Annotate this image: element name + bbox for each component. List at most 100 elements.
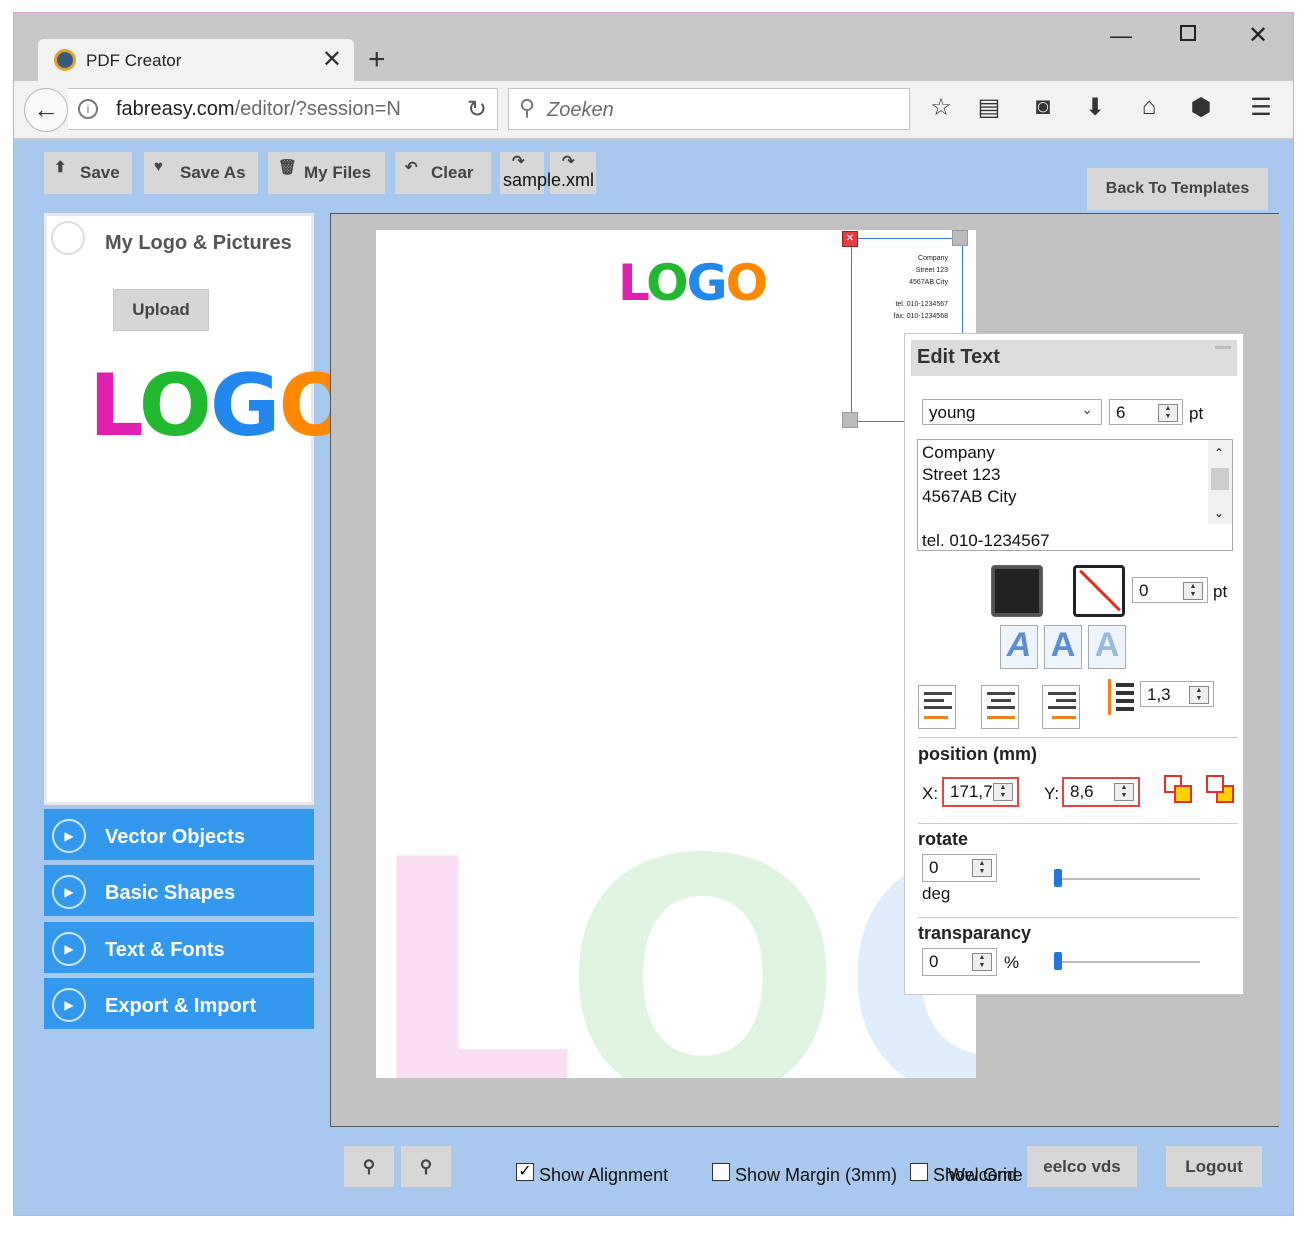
heart-icon: ♥ — [154, 158, 163, 175]
new-tab-icon[interactable]: + — [368, 43, 386, 77]
font-select[interactable]: young ⌄ — [922, 399, 1102, 425]
align-center-button[interactable] — [981, 685, 1019, 729]
my-files-button[interactable]: 🗑 My Files — [268, 152, 385, 194]
home-icon[interactable]: ⌂ — [1134, 93, 1164, 121]
rotate-value: 0 — [929, 858, 939, 877]
scroll-down-icon[interactable]: ⌄ — [1214, 502, 1224, 524]
delete-element-icon[interactable]: ✕ — [842, 231, 858, 247]
back-to-templates-button[interactable]: Back To Templates — [1087, 168, 1268, 210]
resize-handle[interactable] — [952, 230, 968, 246]
browser-tab[interactable]: PDF Creator ✕ — [38, 39, 354, 81]
clear-button[interactable]: ↶ Clear — [395, 152, 491, 194]
resize-handle[interactable] — [842, 412, 858, 428]
expand-icon: ▶ — [52, 988, 86, 1022]
save-as-button[interactable]: ♥ Save As — [144, 152, 258, 194]
accordion-label: Basic Shapes — [105, 882, 236, 904]
shadow-style-icon[interactable]: A — [1088, 625, 1126, 669]
transparancy-slider-thumb[interactable] — [1054, 952, 1062, 970]
pocket-icon[interactable]: ◙ — [1028, 93, 1058, 121]
bookmark-star-icon[interactable]: ☆ — [926, 93, 956, 122]
text-color-button[interactable] — [991, 565, 1043, 617]
textarea-scrollbar[interactable]: ⌃ ⌄ — [1208, 440, 1232, 524]
y-position-input[interactable]: 8,6 ▲ ▼ — [1062, 777, 1140, 807]
document-page[interactable]: LOGO LOGO Company Street 123 4567AB City… — [376, 230, 976, 1078]
trash-icon: 🗑 — [278, 159, 298, 176]
download-icon[interactable]: ⬇ — [1080, 93, 1110, 122]
line-height-input[interactable]: 1,3 ▲ ▼ — [1140, 681, 1214, 707]
border-width-value: 0 — [1139, 581, 1149, 600]
line-height-value: 1,3 — [1147, 685, 1171, 704]
search-box[interactable]: ⚲ Zoeken — [508, 88, 910, 130]
send-backward-icon[interactable] — [1206, 775, 1238, 807]
extension-icon[interactable]: ⬢ — [1186, 93, 1216, 122]
accordion-export-import[interactable]: ▶ Export & Import — [44, 978, 314, 1032]
upload-button[interactable]: Upload — [113, 289, 209, 331]
logo-letter: G — [209, 356, 281, 456]
line-icon — [991, 699, 1011, 702]
border-width-input[interactable]: 0 ▲ ▼ — [1132, 577, 1208, 603]
align-left-button[interactable] — [918, 685, 956, 729]
spinner-icon[interactable]: ▲ ▼ — [1189, 686, 1209, 704]
accordion-vector-objects[interactable]: ▶ Vector Objects — [44, 809, 314, 863]
menu-icon[interactable]: ☰ — [1246, 93, 1276, 122]
zoom-out-button[interactable]: ⚲ — [401, 1146, 451, 1187]
spinner-icon[interactable]: ▲ ▼ — [972, 859, 992, 877]
minimize-icon[interactable]: — — [1110, 23, 1132, 49]
font-size-value: 6 — [1116, 403, 1126, 422]
address-bar[interactable]: i fabreasy.com/editor/?session=N ↻ — [68, 88, 498, 130]
reading-list-icon[interactable]: ▤ — [974, 93, 1004, 122]
page-logo[interactable]: LOGO — [618, 254, 768, 312]
reload-icon[interactable]: ↻ — [467, 95, 487, 124]
edit-text-title: Edit Text — [917, 346, 1000, 368]
percent-unit: % — [1004, 953, 1020, 972]
redo-icon: ↷ — [512, 153, 525, 170]
rotate-slider-thumb[interactable] — [1054, 869, 1062, 887]
browser-window: PDF Creator ✕ + — ✕ ← i fabreasy.com/edi… — [13, 12, 1294, 1216]
divider — [918, 737, 1238, 738]
italic-style-icon[interactable]: A — [1000, 625, 1038, 669]
edit-text-header[interactable]: Edit Text — [911, 340, 1237, 376]
border-color-button[interactable] — [1073, 565, 1125, 617]
collapse-icon[interactable] — [51, 221, 85, 255]
search-icon: ⚲ — [519, 95, 536, 120]
rotate-input[interactable]: 0 ▲ ▼ — [922, 854, 997, 882]
back-arrow-icon[interactable]: ← — [24, 88, 68, 132]
logout-button[interactable]: Logout — [1166, 1146, 1262, 1187]
bring-forward-icon[interactable] — [1164, 775, 1196, 807]
transparancy-input[interactable]: 0 ▲ ▼ — [922, 948, 997, 976]
logo-letter: L — [618, 254, 648, 312]
accordion-text-fonts[interactable]: ▶ Text & Fonts — [44, 922, 314, 976]
line-icon — [924, 699, 944, 702]
info-icon[interactable]: i — [78, 99, 98, 119]
show-grid-checkbox[interactable] — [910, 1163, 928, 1181]
align-right-button[interactable] — [1042, 685, 1080, 729]
minimize-panel-icon[interactable] — [1215, 346, 1231, 349]
close-tab-icon[interactable]: ✕ — [322, 45, 342, 74]
font-size-input[interactable]: 6 ▲ ▼ — [1109, 399, 1183, 425]
spinner-icon[interactable]: ▲ ▼ — [972, 953, 992, 971]
zoom-in-button[interactable]: ⚲ — [344, 1146, 394, 1187]
save-as-label: Save As — [180, 163, 246, 182]
scroll-up-icon[interactable]: ⌃ — [1214, 442, 1224, 464]
save-button[interactable]: ⬆ Save — [44, 152, 132, 194]
spinner-icon[interactable]: ▲ ▼ — [1183, 582, 1203, 600]
rotate-slider[interactable] — [1058, 878, 1200, 880]
logo-picture[interactable]: LOGO — [89, 356, 352, 456]
show-alignment-checkbox[interactable]: ✓ — [516, 1163, 534, 1181]
show-margin-checkbox[interactable] — [712, 1163, 730, 1181]
accordion-basic-shapes[interactable]: ▶ Basic Shapes — [44, 865, 314, 919]
outline-style-icon[interactable]: A — [1044, 625, 1082, 669]
text-content-area[interactable]: Company Street 123 4567AB City tel. 010-… — [917, 439, 1233, 551]
spinner-icon[interactable]: ▲ ▼ — [993, 783, 1013, 801]
scroll-thumb[interactable] — [1211, 468, 1229, 490]
maximize-icon[interactable] — [1180, 25, 1196, 41]
spinner-icon[interactable]: ▲ ▼ — [1158, 404, 1178, 422]
panel-heading[interactable]: My Logo & Pictures — [105, 232, 292, 255]
pt-unit: pt — [1213, 582, 1228, 601]
close-window-icon[interactable]: ✕ — [1248, 21, 1268, 50]
spinner-icon[interactable]: ▲ ▼ — [1114, 783, 1134, 801]
x-position-input[interactable]: 171,7 ▲ ▼ — [942, 777, 1019, 807]
upload-circle-icon: ⬆ — [54, 159, 67, 176]
user-button[interactable]: eelco vds — [1027, 1146, 1137, 1187]
transparancy-slider[interactable] — [1058, 961, 1200, 963]
